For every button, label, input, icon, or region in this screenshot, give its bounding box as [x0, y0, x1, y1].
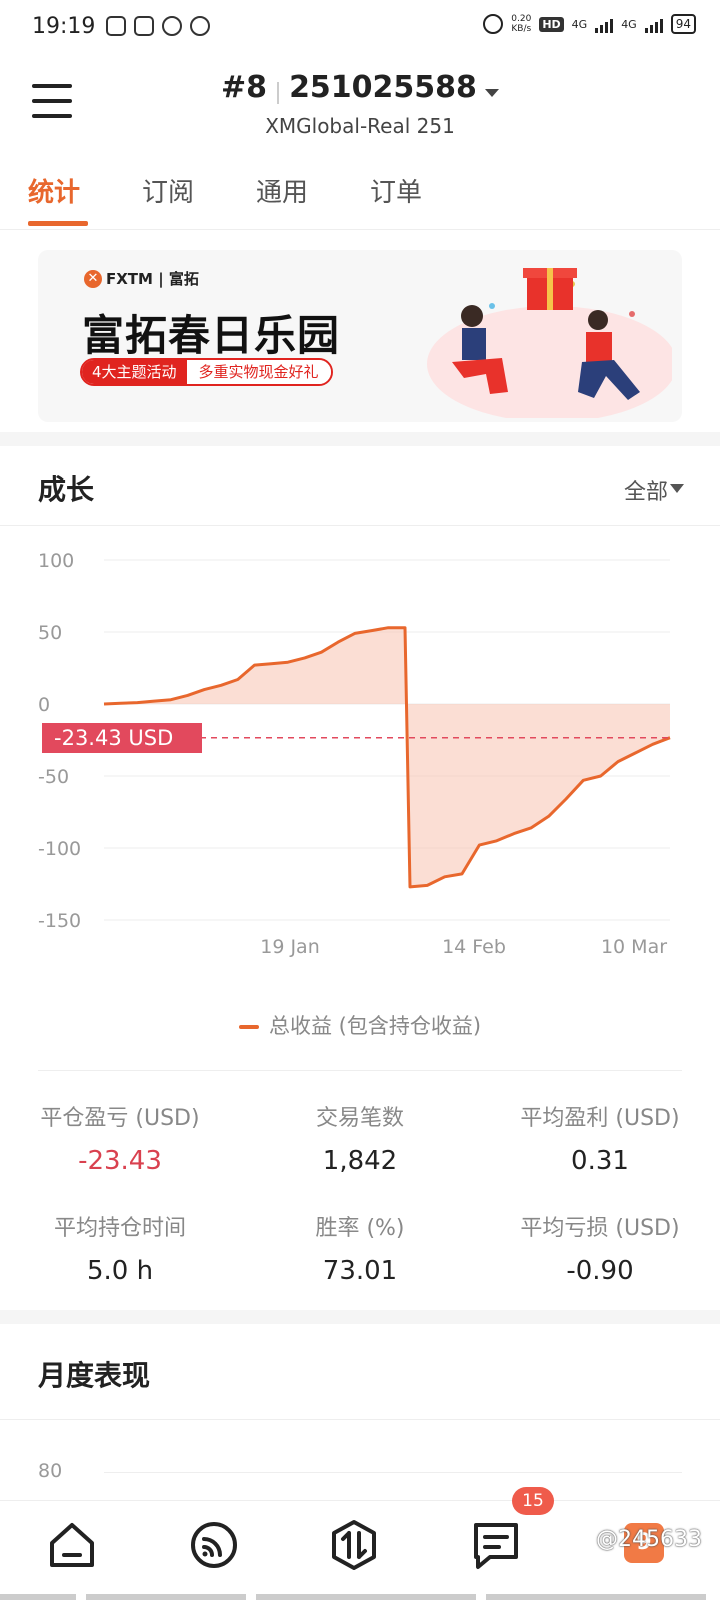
x-tick-label: 14 Feb [442, 936, 506, 958]
tab-bar: 统计 订阅 通用 订单 [0, 164, 720, 230]
monthly-y-tick: 80 [38, 1460, 63, 1482]
growth-chart: 100 50 0 -50 -100 -150 19 Jan 14 Feb 10 Mar -23.… [0, 545, 720, 1005]
banner-tag-right: 多重实物现金好礼 [186, 360, 331, 384]
sim2-label: 4G [621, 17, 637, 31]
stat-value: -0.90 [566, 1256, 634, 1286]
battery-icon: 94 [670, 14, 696, 34]
status-time: 19:19 [32, 14, 96, 39]
y-tick-label: 100 [38, 550, 74, 572]
notification-app-icon [106, 16, 126, 36]
account-number: #8 [221, 70, 268, 105]
net-speed: 0.20 KB/s [511, 14, 531, 34]
stat-value: 0.31 [571, 1146, 629, 1176]
account-server: XMGlobal-Real 251 [265, 114, 455, 138]
notification-hand-icon [190, 16, 210, 36]
growth-section-header: 成长 全部 [0, 446, 720, 526]
stat-label: 平均亏损 (USD) [520, 1216, 680, 1241]
stat-label: 胜率 (%) [315, 1216, 405, 1241]
account-selector[interactable]: #8 251025588 [0, 70, 720, 105]
signal-icon[interactable] [186, 1517, 242, 1573]
current-value-badge: -23.43 USD [42, 722, 202, 753]
status-indicators: 0.20 KB/s HD 4G 4G 94 [483, 14, 696, 34]
stat-trade-count: 交易笔数 1,842 [240, 1100, 480, 1176]
chevron-down-icon[interactable] [670, 484, 684, 493]
growth-chart-svg: 100 50 0 -50 -100 -150 19 Jan 14 Feb 10 Mar [38, 550, 671, 958]
legend-swatch [238, 1025, 259, 1029]
tab-statistics[interactable]: 统计 [28, 172, 80, 209]
stat-value: 73.01 [322, 1256, 398, 1286]
y-tick-label: 50 [38, 622, 62, 644]
account-separator [277, 81, 280, 104]
brand-logo: ✕ FXTM | 富拓 [84, 268, 199, 289]
y-tick-label: -150 [38, 910, 81, 932]
x-tick-label: 19 Jan [260, 936, 320, 958]
account-id: 251025588 [289, 70, 477, 105]
sim1-label: 4G [571, 17, 588, 31]
stat-win-rate: 胜率 (%) 73.01 [240, 1210, 480, 1286]
monthly-title: 月度表现 [38, 1359, 151, 1392]
net-speed-unit: KB/s [511, 24, 532, 34]
alarm-icon [483, 14, 504, 34]
y-tick-label: -100 [38, 838, 81, 860]
fxtm-logo-icon: ✕ [84, 269, 102, 288]
stat-label: 交易笔数 [315, 1106, 404, 1131]
stat-avg-profit: 平均盈利 (USD) 0.31 [480, 1100, 720, 1176]
tab-subscriptions[interactable]: 订阅 [142, 172, 194, 209]
promo-banner[interactable]: ✕ FXTM | 富拓 富拓春日乐园 4大主题活动 多重实物现金好礼 [38, 250, 682, 422]
messages-icon[interactable] [468, 1517, 524, 1573]
tab-general[interactable]: 通用 [256, 172, 308, 209]
header: #8 251025588 XMGlobal-Real 251 [0, 56, 720, 154]
section-divider [0, 1310, 720, 1324]
gesture-bar [0, 1594, 720, 1600]
monthly-gridline [104, 1472, 682, 1473]
stat-value: 5.0 h [86, 1256, 154, 1286]
brand-name: FXTM | 富拓 [106, 270, 199, 288]
stat-label: 平仓盈亏 (USD) [40, 1106, 200, 1131]
stat-avg-hold-time: 平均持仓时间 5.0 h [0, 1210, 240, 1286]
x-tick-label: 10 Mar [601, 936, 667, 958]
active-tab-indicator [28, 221, 88, 226]
bottom-nav: 15 9 @245633 [0, 1487, 720, 1600]
stat-avg-loss: 平均亏损 (USD) -0.90 [480, 1210, 720, 1286]
y-tick-label: -50 [38, 766, 69, 788]
status-bar: 19:19 0.20 KB/s HD 4G 4G 94 [0, 0, 720, 56]
stat-closed-pnl: 平仓盈亏 (USD) -23.43 [0, 1100, 240, 1176]
status-notifications [106, 16, 210, 36]
chevron-down-icon [484, 88, 499, 97]
stat-value: -23.43 [78, 1146, 162, 1176]
watermark: @245633 [596, 1527, 702, 1552]
home-icon[interactable] [44, 1517, 100, 1573]
range-selector[interactable]: 全部 [624, 474, 668, 506]
banner-title: 富拓春日乐园 [82, 311, 341, 360]
legend-divider [38, 1070, 682, 1071]
hd-icon: HD [539, 16, 564, 32]
notification-wechat-icon [162, 16, 182, 36]
trade-icon[interactable] [326, 1517, 382, 1573]
growth-title: 成长 [38, 473, 95, 506]
banner-illustration [427, 268, 672, 418]
net-speed-value: 0.20 [511, 14, 532, 24]
legend-label: 总收益 (包含持仓收益) [268, 1014, 482, 1038]
stat-label: 平均盈利 (USD) [520, 1106, 680, 1131]
section-divider [0, 432, 720, 446]
stat-value: 1,842 [322, 1146, 398, 1176]
signal-icon-2 [644, 15, 663, 33]
banner-tag-left: 4大主题活动 [82, 360, 187, 384]
signal-icon [595, 15, 614, 33]
stat-label: 平均持仓时间 [53, 1216, 186, 1241]
tab-orders[interactable]: 订单 [370, 172, 422, 209]
chart-legend: 总收益 (包含持仓收益) [0, 1010, 720, 1040]
y-tick-label: 0 [38, 694, 50, 716]
banner-tag: 4大主题活动 多重实物现金好礼 [80, 358, 333, 386]
app-screen: 19:19 0.20 KB/s HD 4G 4G 94 #8 251025588 [0, 0, 720, 1600]
notification-search-icon [134, 16, 154, 36]
messages-badge: 15 [512, 1487, 554, 1515]
monthly-section-header: 月度表现 [0, 1324, 720, 1420]
